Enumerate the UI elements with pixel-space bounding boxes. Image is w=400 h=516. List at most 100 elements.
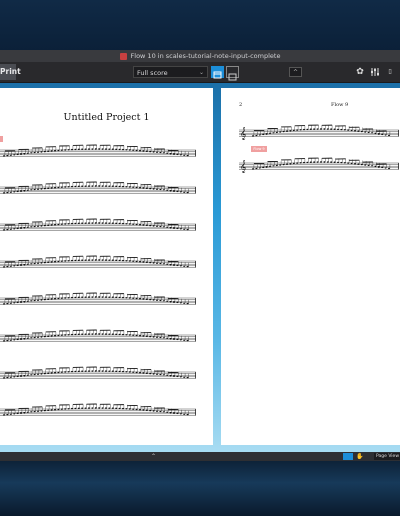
note-head: [57, 297, 60, 300]
note-head: [47, 372, 50, 374]
note-head: [3, 266, 5, 268]
mixer-icon[interactable]: [369, 66, 381, 78]
project-title: Untitled Project 1: [63, 112, 150, 123]
note-head: [88, 148, 90, 150]
note-head: [320, 128, 322, 130]
note-head: [88, 185, 90, 187]
note-head: [111, 259, 114, 261]
note-head: [132, 408, 135, 410]
note-head: [388, 134, 390, 137]
note-head: [142, 335, 145, 337]
page-view-button[interactable]: [211, 66, 224, 79]
select-tool-button[interactable]: [343, 453, 353, 460]
note-head: [67, 371, 70, 373]
note-head: [33, 262, 36, 265]
chevron-up-icon[interactable]: ⌃: [151, 452, 156, 461]
status-bar: ⌃ ✋ Page View: [0, 452, 400, 461]
note-head: [105, 296, 107, 298]
note-head: [145, 150, 148, 152]
note-head: [84, 333, 87, 335]
note-head: [183, 191, 186, 193]
staff-system[interactable]: [0, 138, 196, 164]
note-head: [139, 187, 141, 189]
note-head: [258, 134, 261, 136]
note-head: [299, 129, 302, 131]
staff-system[interactable]: [0, 249, 196, 275]
note-head: [47, 224, 50, 226]
note-head: [50, 187, 53, 189]
note-head: [115, 148, 118, 151]
note-head: [101, 148, 104, 150]
note-head: [60, 371, 63, 373]
note-head: [156, 151, 158, 153]
note-head: [26, 337, 29, 339]
note-head: [173, 412, 175, 414]
note-head: [60, 260, 63, 262]
note-head: [6, 339, 9, 342]
staff-system[interactable]: [0, 360, 196, 386]
note-head: [159, 299, 162, 302]
note-head: [47, 335, 50, 337]
note-head: [149, 224, 152, 227]
layout-options-icon[interactable]: ▯: [384, 66, 396, 78]
note-head: [13, 376, 16, 378]
staff-system[interactable]: 𝄞: [239, 151, 399, 177]
galley-view-button[interactable]: [226, 66, 239, 81]
note-head: [176, 301, 179, 304]
note-head: [37, 373, 39, 375]
note-head: [108, 222, 111, 224]
staff-system[interactable]: [0, 323, 196, 349]
show-panel-button[interactable]: ^: [289, 67, 302, 77]
note-head: [173, 375, 175, 377]
note-head: [139, 224, 141, 226]
note-head: [118, 296, 121, 299]
note-head: [169, 411, 172, 414]
note-head: [94, 185, 97, 187]
note-head: [142, 298, 145, 300]
note-head: [108, 296, 111, 298]
note-head: [20, 227, 22, 229]
note-head: [258, 167, 261, 169]
note-head: [74, 185, 77, 188]
note-head: [40, 373, 43, 375]
cog-icon[interactable]: ✿: [354, 66, 366, 78]
note-head: [60, 408, 63, 410]
staff-system[interactable]: 𝄞: [239, 118, 399, 144]
staff-system[interactable]: [0, 175, 196, 201]
note-head: [33, 188, 36, 191]
note-head: [125, 186, 128, 188]
note-head: [183, 376, 186, 378]
note-head: [179, 302, 182, 304]
note-head: [9, 265, 12, 267]
score-workspace[interactable]: Untitled Project 1 2 Flow 9 Flow 9 𝄞 𝄞: [0, 83, 400, 452]
note-head: [84, 296, 87, 298]
note-head: [139, 150, 141, 152]
staff-system[interactable]: [0, 397, 196, 423]
note-head: [105, 333, 107, 335]
note-head: [139, 372, 141, 374]
note-head: [183, 302, 186, 304]
note-head: [81, 148, 84, 150]
view-type-selector[interactable]: Page View: [374, 453, 400, 460]
note-head: [292, 162, 295, 165]
note-head: [71, 296, 73, 299]
note-head: [105, 407, 107, 409]
note-head: [152, 262, 155, 264]
note-head: [125, 223, 128, 225]
mode-tab-print[interactable]: Print: [0, 64, 21, 80]
note-head: [122, 259, 124, 262]
note-head: [111, 296, 114, 298]
note-head: [115, 370, 118, 373]
note-head: [98, 296, 101, 298]
staff-system[interactable]: [0, 212, 196, 238]
note-head: [88, 333, 90, 335]
layout-selector[interactable]: Full score ⌄: [133, 66, 208, 78]
note-head: [149, 335, 152, 338]
note-head: [26, 374, 29, 376]
note-head: [16, 190, 19, 193]
note-head: [13, 339, 16, 341]
note-head: [23, 337, 26, 340]
note-head: [309, 161, 312, 163]
staff-system[interactable]: [0, 286, 196, 312]
hand-icon[interactable]: ✋: [356, 453, 366, 460]
